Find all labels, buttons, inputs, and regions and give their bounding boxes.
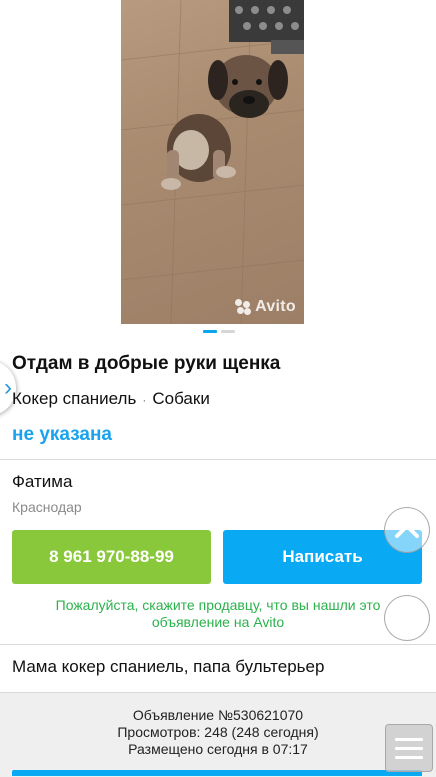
menu-button[interactable] xyxy=(385,724,433,772)
bottom-action-bar[interactable] xyxy=(12,770,422,776)
scroll-up-button[interactable] xyxy=(384,507,430,553)
category-separator: · xyxy=(142,392,147,407)
scroll-down-button[interactable] xyxy=(384,595,430,641)
pagination-dot-active[interactable] xyxy=(203,330,217,333)
ad-number: Объявление №530621070 xyxy=(132,707,304,723)
photo-gallery[interactable]: Avito xyxy=(0,0,436,333)
category-animals[interactable]: Собаки xyxy=(152,389,209,408)
hamburger-menu-icon xyxy=(395,755,423,759)
call-button[interactable]: 8 961 970-88-99 xyxy=(12,530,211,584)
category-breed[interactable]: Кокер спаниель xyxy=(12,389,136,408)
listing-price: не указана xyxy=(12,424,113,445)
listing-photo[interactable]: Avito xyxy=(121,0,304,324)
seller-city: Краснодар xyxy=(12,499,82,515)
chevron-right-icon: › xyxy=(4,374,12,401)
avito-watermark: Avito xyxy=(235,298,296,316)
puppy-image xyxy=(121,0,304,324)
listing-meta-panel: Объявление №530621070 Просмотров: 248 (2… xyxy=(0,692,436,777)
listing-title: Отдам в добрые руки щенка xyxy=(12,353,281,374)
gallery-pagination xyxy=(203,330,235,333)
listing-description: Мама кокер спаниель, папа бультерьер xyxy=(12,657,325,676)
view-count: Просмотров: 248 (248 сегодня) xyxy=(117,724,319,740)
chevron-down-icon xyxy=(395,611,419,625)
divider xyxy=(0,459,436,460)
seller-notice: Пожалуйста, скажите продавцу, что вы наш… xyxy=(55,597,381,630)
hamburger-menu-icon xyxy=(395,746,423,750)
avito-logo-icon xyxy=(235,299,252,315)
pagination-dot[interactable] xyxy=(221,330,235,333)
chevron-up-icon xyxy=(395,524,419,538)
listing-category: Кокер спаниель · Собаки xyxy=(12,389,210,409)
seller-name: Фатима xyxy=(12,472,73,491)
posted-time: Размещено сегодня в 07:17 xyxy=(128,741,308,757)
divider xyxy=(0,644,436,645)
hamburger-menu-icon xyxy=(395,737,423,741)
watermark-text: Avito xyxy=(255,298,296,315)
